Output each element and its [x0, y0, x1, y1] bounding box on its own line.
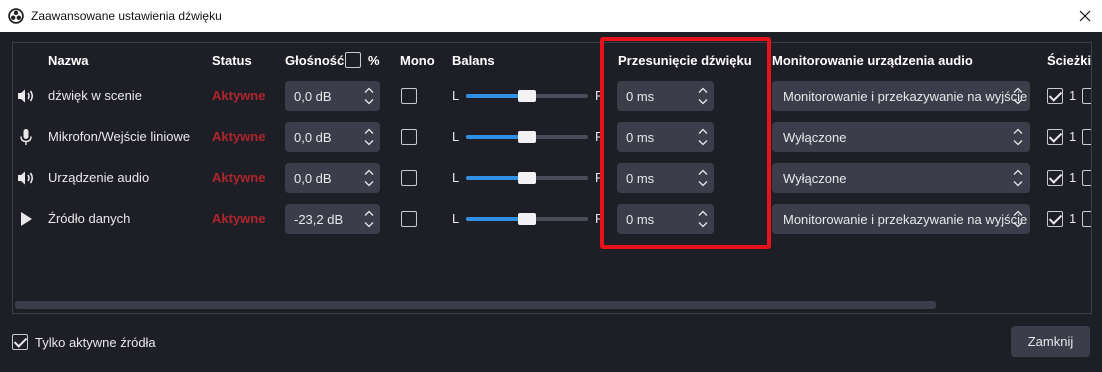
only-active-checkbox[interactable] [12, 334, 28, 350]
mono-checkbox[interactable] [401, 211, 417, 227]
speaker-icon [16, 86, 36, 106]
source-name: Źródło danych [48, 211, 131, 226]
source-status: Aktywne [212, 88, 266, 103]
source-status: Aktywne [212, 211, 266, 226]
source-name: Urządzenie audio [48, 170, 150, 185]
chevron-updown-icon [1011, 84, 1025, 108]
chevron-updown-icon [1011, 207, 1025, 231]
title-bar: Zaawansowane ustawienia dźwięku [0, 0, 1102, 32]
monitoring-select[interactable]: Wyłączone [772, 122, 1030, 152]
monitoring-select[interactable]: Monitorowanie i przekazywanie na wyjście [772, 81, 1030, 111]
volume-value: 0,0 dB [294, 89, 332, 104]
volume-spinbox[interactable]: 0,0 dB [285, 122, 380, 152]
sources-table: Nazwa Status Głośność % Mono Balans Prze… [12, 42, 1092, 314]
only-active-label: Tylko aktywne źródła [35, 335, 156, 350]
track-1-label: 1 [1069, 129, 1077, 144]
header-name: Nazwa [48, 53, 89, 68]
monitoring-select[interactable]: Wyłączone [772, 163, 1030, 193]
source-row: Urządzenie audio Aktywne 0,0 dB L R 0 ms Wyłąc… [13, 161, 1091, 195]
balance-left-label: L [452, 211, 460, 226]
source-status: Aktywne [212, 170, 266, 185]
spin-arrows-icon[interactable] [362, 207, 376, 231]
track-1-checkbox[interactable] [1047, 211, 1063, 227]
balance-slider[interactable] [466, 172, 588, 184]
track-2-checkbox[interactable] [1082, 129, 1091, 145]
balance-slider-handle[interactable] [518, 213, 536, 225]
speaker-icon [16, 168, 36, 188]
sync-offset-highlight [600, 37, 771, 249]
volume-value: 0,0 dB [294, 130, 332, 145]
spin-arrows-icon[interactable] [362, 125, 376, 149]
header-volume-percent: % [368, 53, 380, 68]
volume-spinbox[interactable]: 0,0 dB [285, 163, 380, 193]
chevron-updown-icon [1011, 166, 1025, 190]
volume-spinbox[interactable]: 0,0 dB [285, 81, 380, 111]
volume-percent-checkbox[interactable] [345, 52, 361, 68]
balance-left-label: L [452, 170, 460, 185]
close-button[interactable]: Zamknij [1011, 326, 1090, 357]
source-name: dźwięk w scenie [48, 88, 142, 103]
microphone-icon [16, 127, 36, 147]
monitoring-value: Monitorowanie i przekazywanie na wyjście [783, 212, 1028, 227]
balance-slider[interactable] [466, 131, 588, 143]
volume-value: 0,0 dB [294, 171, 332, 186]
mono-checkbox[interactable] [401, 88, 417, 104]
header-monitoring: Monitorowanie urządzenia audio [772, 53, 973, 68]
header-status: Status [212, 53, 252, 68]
balance-slider-handle[interactable] [518, 131, 536, 143]
source-name: Mikrofon/Wejście liniowe [48, 129, 191, 144]
track-1-checkbox[interactable] [1047, 129, 1063, 145]
monitoring-value: Wyłączone [783, 171, 847, 186]
header-volume: Głośność [285, 53, 345, 68]
monitoring-value: Wyłączone [783, 130, 847, 145]
track-1-label: 1 [1069, 88, 1077, 103]
source-status: Aktywne [212, 129, 266, 144]
balance-slider-handle[interactable] [518, 172, 536, 184]
balance-slider[interactable] [466, 90, 588, 102]
spin-arrows-icon[interactable] [362, 84, 376, 108]
track-2-checkbox[interactable] [1082, 88, 1091, 104]
mono-checkbox[interactable] [401, 170, 417, 186]
track-2-checkbox[interactable] [1082, 211, 1091, 227]
balance-slider-handle[interactable] [518, 90, 536, 102]
source-row: dźwięk w scenie Aktywne 0,0 dB L R 0 ms Monito… [13, 79, 1091, 113]
balance-slider[interactable] [466, 213, 588, 225]
header-balance: Balans [452, 53, 495, 68]
close-icon [1079, 10, 1091, 22]
balance-left-label: L [452, 88, 460, 103]
monitoring-value: Monitorowanie i przekazywanie na wyjście [783, 89, 1028, 104]
header-tracks: Ścieżki [1047, 53, 1092, 68]
track-1-label: 1 [1069, 170, 1077, 185]
balance-left-label: L [452, 129, 460, 144]
source-row: Źródło danych Aktywne -23,2 dB L R 0 ms Monito… [13, 202, 1091, 236]
spin-arrows-icon[interactable] [362, 166, 376, 190]
volume-value: -23,2 dB [294, 212, 344, 227]
chevron-updown-icon [1011, 125, 1025, 149]
track-2-checkbox[interactable] [1082, 170, 1091, 186]
track-1-checkbox[interactable] [1047, 170, 1063, 186]
window-title: Zaawansowane ustawienia dźwięku [31, 9, 222, 23]
mono-checkbox[interactable] [401, 129, 417, 145]
horizontal-scrollbar[interactable] [15, 301, 936, 309]
play-icon [16, 209, 36, 229]
monitoring-select[interactable]: Monitorowanie i przekazywanie na wyjście [772, 204, 1030, 234]
track-1-checkbox[interactable] [1047, 88, 1063, 104]
window-close-button[interactable] [1068, 0, 1102, 32]
header-mono: Mono [400, 53, 435, 68]
volume-spinbox[interactable]: -23,2 dB [285, 204, 380, 234]
source-row: Mikrofon/Wejście liniowe Aktywne 0,0 dB L R 0… [13, 120, 1091, 154]
track-1-label: 1 [1069, 211, 1077, 226]
obs-logo-icon [8, 8, 24, 24]
